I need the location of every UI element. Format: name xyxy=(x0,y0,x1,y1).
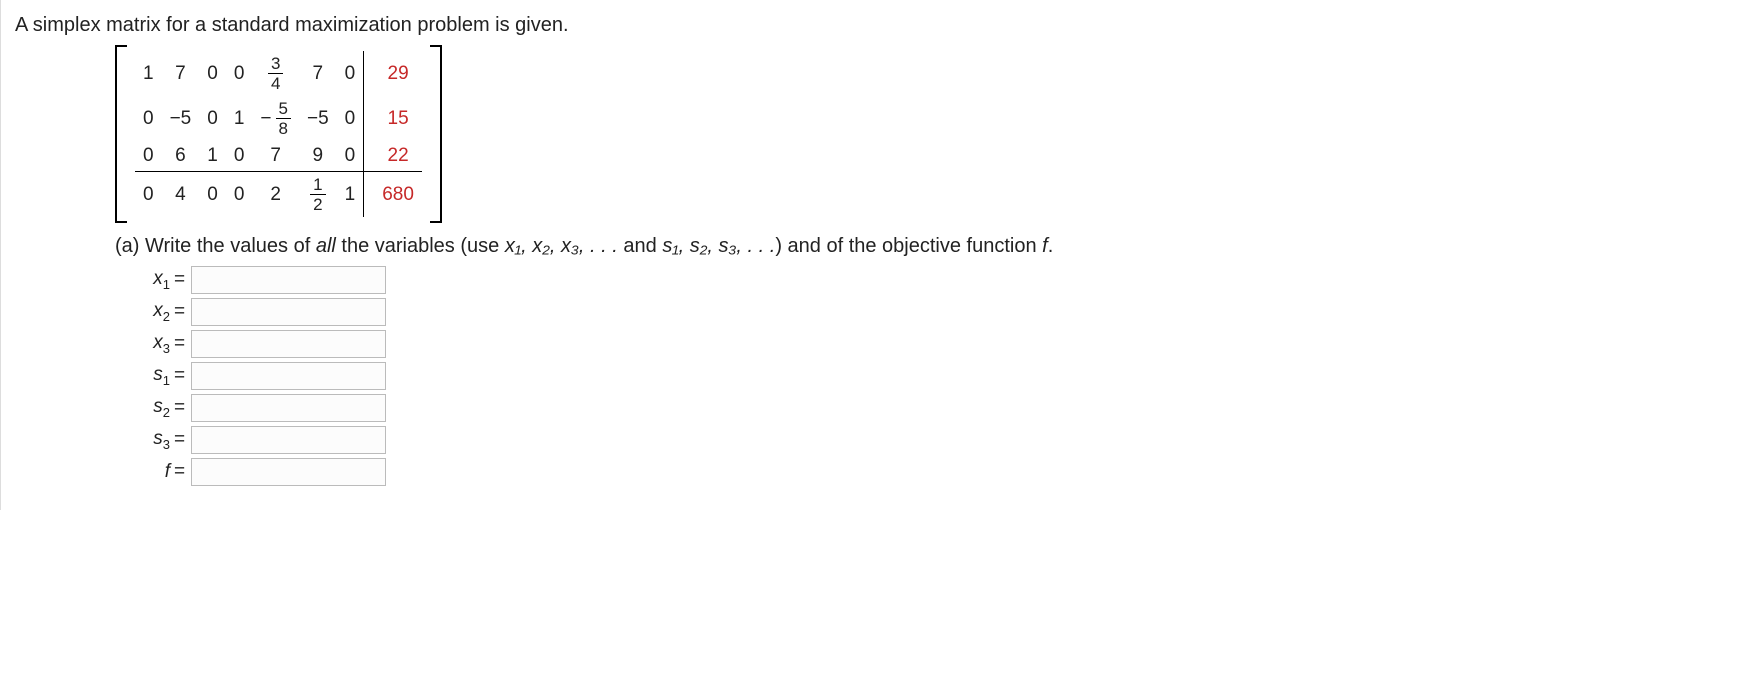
answer-input-x2[interactable] xyxy=(191,298,386,326)
matrix-cell: 7 xyxy=(162,51,200,96)
matrix-cell: 0 xyxy=(226,172,253,218)
matrix-cell: 34 xyxy=(252,51,299,96)
matrix-cell: 0 xyxy=(135,96,162,141)
matrix-cell: 1 xyxy=(337,172,364,218)
answer-input-s3[interactable] xyxy=(191,426,386,454)
answer-row: s2= xyxy=(115,394,1745,422)
matrix-cell: 2 xyxy=(252,172,299,218)
equals-sign: = xyxy=(174,461,185,483)
equals-sign: = xyxy=(174,301,185,323)
answer-row: x3= xyxy=(115,330,1745,358)
answer-label: f xyxy=(115,461,170,483)
matrix-cell: 4 xyxy=(162,172,200,218)
answer-label: x2 xyxy=(115,300,170,324)
matrix-cell: 7 xyxy=(299,51,337,96)
equals-sign: = xyxy=(174,397,185,419)
part-a-text: (a) Write the values of all the variable… xyxy=(115,235,1745,258)
equals-sign: = xyxy=(174,269,185,291)
answer-label: x1 xyxy=(115,268,170,292)
simplex-matrix: 17003470290−501−58−501506107902204002121… xyxy=(115,45,1745,223)
matrix-cell: 680 xyxy=(364,172,422,218)
matrix-cell: 0 xyxy=(337,141,364,172)
matrix-cell: −5 xyxy=(299,96,337,141)
answer-row: f= xyxy=(115,458,1745,486)
answer-label: x3 xyxy=(115,332,170,356)
matrix-cell: −5 xyxy=(162,96,200,141)
matrix-cell: 0 xyxy=(226,141,253,172)
answer-input-s2[interactable] xyxy=(191,394,386,422)
answer-row: s3= xyxy=(115,426,1745,454)
answer-input-f[interactable] xyxy=(191,458,386,486)
var-list-x: x₁, x₂, x₃, . . . xyxy=(505,235,618,257)
answer-label: s2 xyxy=(115,396,170,420)
matrix-cell: 0 xyxy=(199,172,226,218)
matrix-cell: 7 xyxy=(252,141,299,172)
answer-label: s3 xyxy=(115,428,170,452)
matrix-cell: 29 xyxy=(364,51,422,96)
matrix-cell: 22 xyxy=(364,141,422,172)
matrix-cell: 9 xyxy=(299,141,337,172)
answer-row: x2= xyxy=(115,298,1745,326)
matrix-cell: 0 xyxy=(135,141,162,172)
matrix-cell: 6 xyxy=(162,141,200,172)
matrix-cell: 0 xyxy=(135,172,162,218)
matrix-cell: 0 xyxy=(337,51,364,96)
matrix-cell: 0 xyxy=(199,51,226,96)
bracket-left xyxy=(115,45,127,223)
equals-sign: = xyxy=(174,333,185,355)
equals-sign: = xyxy=(174,365,185,387)
bracket-right xyxy=(430,45,442,223)
answers-block: x1=x2=x3=s1=s2=s3=f= xyxy=(115,266,1745,486)
matrix-cell: 0 xyxy=(226,51,253,96)
matrix-cell: 0 xyxy=(337,96,364,141)
answer-input-x1[interactable] xyxy=(191,266,386,294)
answer-row: x1= xyxy=(115,266,1745,294)
answer-input-s1[interactable] xyxy=(191,362,386,390)
matrix-table: 17003470290−501−58−501506107902204002121… xyxy=(135,51,422,217)
problem-prompt: A simplex matrix for a standard maximiza… xyxy=(15,14,1745,37)
matrix-cell: 1 xyxy=(135,51,162,96)
matrix-cell: 1 xyxy=(226,96,253,141)
matrix-cell: 1 xyxy=(199,141,226,172)
matrix-cell: 12 xyxy=(299,172,337,218)
matrix-cell: 15 xyxy=(364,96,422,141)
answer-row: s1= xyxy=(115,362,1745,390)
answer-input-x3[interactable] xyxy=(191,330,386,358)
matrix-cell: −58 xyxy=(252,96,299,141)
answer-label: s1 xyxy=(115,364,170,388)
matrix-cell: 0 xyxy=(199,96,226,141)
var-list-s: s₁, s₂, s₃, . . . xyxy=(662,235,775,257)
equals-sign: = xyxy=(174,429,185,451)
